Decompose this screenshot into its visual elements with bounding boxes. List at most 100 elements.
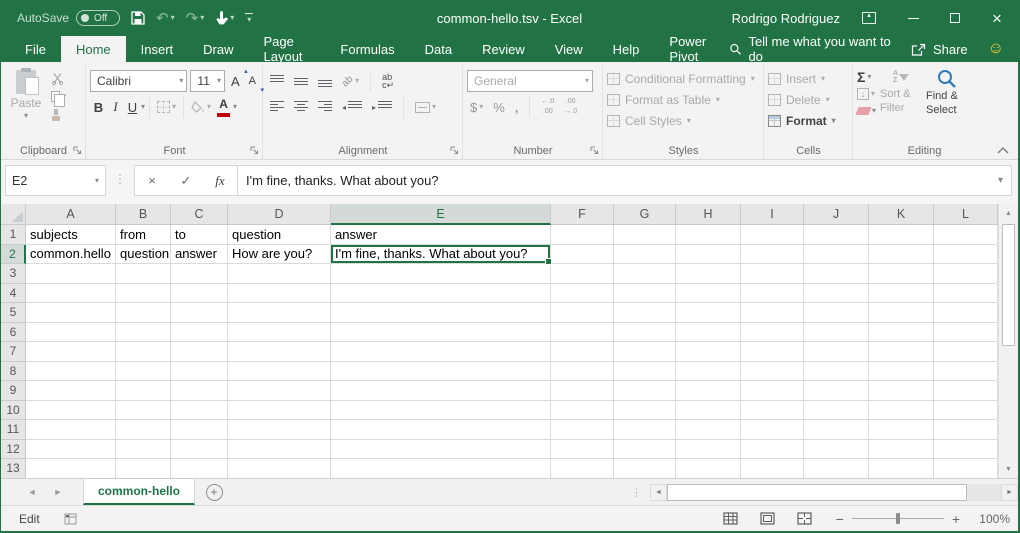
clear-button[interactable]: ▾ (857, 103, 876, 118)
cell-G3[interactable] (614, 264, 676, 284)
scroll-right-icon[interactable]: ► (1001, 484, 1018, 501)
column-header-C[interactable]: C (171, 204, 228, 225)
cell-E13[interactable] (331, 459, 551, 478)
cell-D10[interactable] (228, 401, 331, 421)
number-dialog-launcher[interactable] (590, 146, 599, 155)
zoom-in-button[interactable]: + (952, 512, 960, 526)
column-header-L[interactable]: L (934, 204, 998, 225)
row-header-3[interactable]: 3 (1, 264, 26, 284)
cell-D6[interactable] (228, 323, 331, 343)
row-header-7[interactable]: 7 (1, 342, 26, 362)
formula-input[interactable]: I'm fine, thanks. What about you? ▾ (238, 165, 1012, 196)
cell-F11[interactable] (551, 420, 614, 440)
cell-K1[interactable] (869, 225, 934, 245)
number-format-select[interactable]: General▾ (467, 70, 593, 92)
cell-A11[interactable] (26, 420, 116, 440)
format-as-table-button[interactable]: Format as Table▾ (607, 89, 755, 110)
align-left-button[interactable] (267, 96, 287, 118)
cell-G2[interactable] (614, 245, 676, 265)
cell-B8[interactable] (116, 362, 171, 382)
cell-E9[interactable] (331, 381, 551, 401)
column-header-D[interactable]: D (228, 204, 331, 225)
cell-C7[interactable] (171, 342, 228, 362)
column-header-E[interactable]: E (331, 204, 551, 225)
cell-D1[interactable]: question (228, 225, 331, 245)
cell-G6[interactable] (614, 323, 676, 343)
cell-G8[interactable] (614, 362, 676, 382)
tab-review[interactable]: Review (467, 36, 540, 62)
cell-E4[interactable] (331, 284, 551, 304)
cell-F3[interactable] (551, 264, 614, 284)
tab-file[interactable]: File (10, 36, 61, 62)
autosave-toggle[interactable]: AutoSave Off (17, 10, 120, 26)
tab-draw[interactable]: Draw (188, 36, 248, 62)
cell-D12[interactable] (228, 440, 331, 460)
maximize-button[interactable] (934, 0, 976, 36)
cell-B11[interactable] (116, 420, 171, 440)
next-sheet-button[interactable]: ► (45, 479, 71, 505)
cell-A2[interactable]: common.hello (26, 245, 116, 265)
cell-H2[interactable] (676, 245, 741, 265)
cell-E5[interactable] (331, 303, 551, 323)
cell-J7[interactable] (804, 342, 869, 362)
cut-button[interactable] (51, 71, 66, 86)
cell-J8[interactable] (804, 362, 869, 382)
find-select-button[interactable]: Find & Select (926, 67, 968, 118)
cell-C13[interactable] (171, 459, 228, 478)
customize-qat-button[interactable]: ▾ (245, 13, 253, 24)
row-header-2[interactable]: 2 (1, 245, 26, 265)
cell-K8[interactable] (869, 362, 934, 382)
zoom-slider[interactable] (852, 518, 944, 519)
cell-J3[interactable] (804, 264, 869, 284)
cell-C5[interactable] (171, 303, 228, 323)
cell-J1[interactable] (804, 225, 869, 245)
cell-A8[interactable] (26, 362, 116, 382)
cell-F10[interactable] (551, 401, 614, 421)
zoom-slider-thumb[interactable] (896, 513, 900, 524)
cell-D13[interactable] (228, 459, 331, 478)
cell-J9[interactable] (804, 381, 869, 401)
increase-indent-button[interactable]: ▸ (369, 96, 395, 118)
cell-I10[interactable] (741, 401, 804, 421)
cell-F13[interactable] (551, 459, 614, 478)
cell-K13[interactable] (869, 459, 934, 478)
cell-A13[interactable] (26, 459, 116, 478)
page-break-view-icon[interactable] (797, 512, 812, 525)
column-header-I[interactable]: I (741, 204, 804, 225)
horizontal-scroll-track[interactable] (967, 484, 1001, 501)
column-header-A[interactable]: A (26, 204, 116, 225)
cell-H1[interactable] (676, 225, 741, 245)
save-button[interactable] (131, 11, 145, 25)
cell-D7[interactable] (228, 342, 331, 362)
cell-B13[interactable] (116, 459, 171, 478)
cell-E8[interactable] (331, 362, 551, 382)
cell-B7[interactable] (116, 342, 171, 362)
cell-H11[interactable] (676, 420, 741, 440)
font-color-button[interactable]: A (214, 96, 233, 118)
cell-J6[interactable] (804, 323, 869, 343)
cell-L6[interactable] (934, 323, 998, 343)
cell-I2[interactable] (741, 245, 804, 265)
cell-A12[interactable] (26, 440, 116, 460)
chevron-down-icon[interactable]: ▾ (233, 103, 237, 111)
cell-H9[interactable] (676, 381, 741, 401)
decrease-font-button[interactable]: A▾ (246, 70, 259, 92)
vertical-scroll-thumb[interactable] (1002, 224, 1015, 346)
cell-E12[interactable] (331, 440, 551, 460)
cell-L1[interactable] (934, 225, 998, 245)
cell-A7[interactable] (26, 342, 116, 362)
new-sheet-button[interactable]: + (195, 479, 233, 505)
cell-F1[interactable] (551, 225, 614, 245)
autosave-pill[interactable]: Off (76, 10, 120, 26)
cell-B1[interactable]: from (116, 225, 171, 245)
delete-cells-button[interactable]: Delete▾ (768, 89, 836, 110)
cell-L10[interactable] (934, 401, 998, 421)
italic-button[interactable]: I (107, 96, 124, 118)
horizontal-scroll-thumb[interactable] (667, 484, 967, 501)
formula-bar-drag-handle[interactable]: ⋮ (106, 165, 134, 186)
align-center-button[interactable] (291, 96, 311, 118)
cell-H10[interactable] (676, 401, 741, 421)
name-box[interactable]: E2▾ (5, 165, 106, 196)
cell-I13[interactable] (741, 459, 804, 478)
scroll-left-icon[interactable]: ◄ (650, 484, 667, 501)
